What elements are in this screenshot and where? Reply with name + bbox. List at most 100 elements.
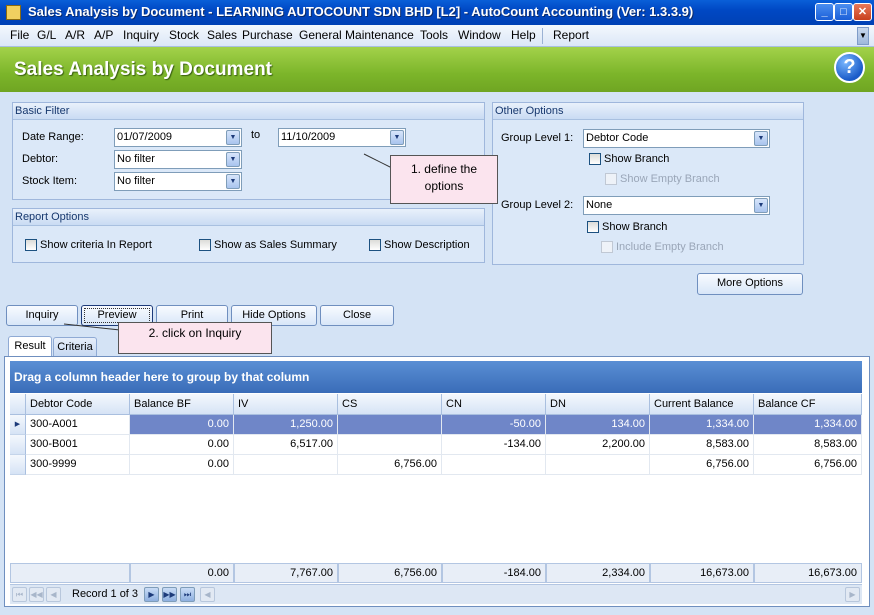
menu-window[interactable]: Window	[458, 28, 501, 42]
table-cell[interactable]: 300-B001	[26, 435, 130, 455]
menu-help[interactable]: Help	[511, 28, 536, 42]
show-criteria-label: Show criteria In Report	[40, 239, 152, 251]
group-level-2-select[interactable]: None ▼	[583, 196, 770, 215]
column-header-iv[interactable]: IV	[234, 394, 338, 415]
chevron-down-icon[interactable]: ▼	[857, 27, 869, 45]
prev-record-icon[interactable]: ◀	[46, 587, 61, 602]
table-cell[interactable]: 1,334.00	[754, 415, 862, 435]
maximize-button[interactable]: □	[834, 3, 853, 21]
show-description-label: Show Description	[384, 239, 470, 251]
show-empty-branch-checkbox[interactable]	[605, 173, 617, 185]
show-branch-1-checkbox[interactable]	[589, 153, 601, 165]
date-to-picker[interactable]: 11/10/2009 ▼	[278, 128, 406, 147]
footer-blank	[10, 563, 130, 583]
table-cell[interactable]	[442, 455, 546, 475]
next-record-icon[interactable]: ▶	[144, 587, 159, 602]
table-cell[interactable]: 1,334.00	[650, 415, 754, 435]
row-indicator	[10, 435, 26, 455]
table-cell[interactable]: 8,583.00	[754, 435, 862, 455]
table-cell[interactable]: -50.00	[442, 415, 546, 435]
table-cell[interactable]: 300-A001	[26, 415, 130, 435]
group-level-1-select[interactable]: Debtor Code ▼	[583, 129, 770, 148]
menu-general-maintenance[interactable]: General Maintenance	[299, 28, 414, 42]
table-cell[interactable]	[338, 415, 442, 435]
show-criteria-checkbox[interactable]	[25, 239, 37, 251]
table-cell[interactable]	[338, 435, 442, 455]
help-icon[interactable]: ?	[834, 52, 865, 83]
menu-sales[interactable]: Sales	[207, 28, 237, 42]
menu-ap[interactable]: A/P	[94, 28, 113, 42]
table-cell[interactable]: 0.00	[130, 435, 234, 455]
debtor-label: Debtor:	[22, 153, 59, 165]
row-indicator-header	[10, 394, 26, 415]
menu-purchase[interactable]: Purchase	[242, 28, 293, 42]
stock-item-select[interactable]: No filter ▼	[114, 172, 242, 191]
table-cell[interactable]: 6,756.00	[650, 455, 754, 475]
column-header-dn[interactable]: DN	[546, 394, 650, 415]
table-cell[interactable]: 0.00	[130, 455, 234, 475]
scroll-left-icon[interactable]: ◀	[200, 587, 215, 602]
page-title: Sales Analysis by Document	[14, 59, 273, 80]
close-window-button[interactable]: ✕	[853, 3, 872, 21]
next-page-icon[interactable]: ▶▶	[162, 587, 177, 602]
table-cell[interactable]: 2,200.00	[546, 435, 650, 455]
menu-separator	[542, 28, 543, 44]
table-cell[interactable]: 134.00	[546, 415, 650, 435]
chevron-down-icon[interactable]: ▼	[754, 131, 768, 146]
menu-report[interactable]: Report	[553, 28, 589, 42]
minimize-button[interactable]: _	[815, 3, 834, 21]
table-cell[interactable]: 0.00	[130, 415, 234, 435]
record-navigator: ⏮ ◀◀ ◀ Record 1 of 3 ▶ ▶▶ ⏭ ◀ ▶	[10, 584, 862, 604]
chevron-down-icon[interactable]: ▼	[226, 174, 240, 189]
show-branch-2-checkbox[interactable]	[587, 221, 599, 233]
table-cell[interactable]: 6,517.00	[234, 435, 338, 455]
total-current-balance: 16,673.00	[650, 563, 754, 583]
window-title: Sales Analysis by Document - LEARNING AU…	[28, 4, 694, 19]
table-cell[interactable]: 300-9999	[26, 455, 130, 475]
column-header-debtor-code[interactable]: Debtor Code	[26, 394, 130, 415]
table-cell[interactable]: 6,756.00	[338, 455, 442, 475]
column-header-cn[interactable]: CN	[442, 394, 546, 415]
show-empty-branch-label: Show Empty Branch	[620, 173, 720, 185]
show-summary-checkbox[interactable]	[199, 239, 211, 251]
close-button[interactable]: Close	[320, 305, 394, 326]
menu-stock[interactable]: Stock	[169, 28, 199, 42]
last-record-icon[interactable]: ⏭	[180, 587, 195, 602]
column-header-current-balance[interactable]: Current Balance	[650, 394, 754, 415]
menu-gl[interactable]: G/L	[37, 28, 56, 42]
scroll-right-icon[interactable]: ▶	[845, 587, 860, 602]
more-options-button[interactable]: More Options	[697, 273, 803, 295]
chevron-down-icon[interactable]: ▼	[226, 130, 240, 145]
other-options-group: Other Options Group Level 1: Debtor Code…	[492, 102, 804, 265]
debtor-select[interactable]: No filter ▼	[114, 150, 242, 169]
show-description-checkbox[interactable]	[369, 239, 381, 251]
prev-page-icon[interactable]: ◀◀	[29, 587, 44, 602]
tab-criteria[interactable]: Criteria	[53, 337, 97, 356]
column-header-balance-bf[interactable]: Balance BF	[130, 394, 234, 415]
include-empty-branch-checkbox[interactable]	[601, 241, 613, 253]
total-iv: 7,767.00	[234, 563, 338, 583]
title-bar: Sales Analysis by Document - LEARNING AU…	[0, 0, 874, 25]
group-by-panel[interactable]: Drag a column header here to group by th…	[10, 361, 862, 393]
column-header-cs[interactable]: CS	[338, 394, 442, 415]
first-record-icon[interactable]: ⏮	[12, 587, 27, 602]
app-icon	[6, 5, 21, 20]
table-cell[interactable]	[546, 455, 650, 475]
table-cell[interactable]: 1,250.00	[234, 415, 338, 435]
menu-tools[interactable]: Tools	[420, 28, 448, 42]
table-cell[interactable]: 8,583.00	[650, 435, 754, 455]
column-header-balance-cf[interactable]: Balance CF	[754, 394, 862, 415]
chevron-down-icon[interactable]: ▼	[226, 152, 240, 167]
chevron-down-icon[interactable]: ▼	[390, 130, 404, 145]
table-cell[interactable]: 6,756.00	[754, 455, 862, 475]
show-branch-1-label: Show Branch	[604, 153, 670, 165]
table-cell[interactable]	[234, 455, 338, 475]
menu-file[interactable]: File	[10, 28, 29, 42]
show-summary-label: Show as Sales Summary	[214, 239, 337, 251]
date-from-picker[interactable]: 01/07/2009 ▼	[114, 128, 242, 147]
menu-ar[interactable]: A/R	[65, 28, 85, 42]
chevron-down-icon[interactable]: ▼	[754, 198, 768, 213]
menu-inquiry[interactable]: Inquiry	[123, 28, 159, 42]
table-cell[interactable]: -134.00	[442, 435, 546, 455]
tab-result[interactable]: Result	[8, 336, 52, 356]
